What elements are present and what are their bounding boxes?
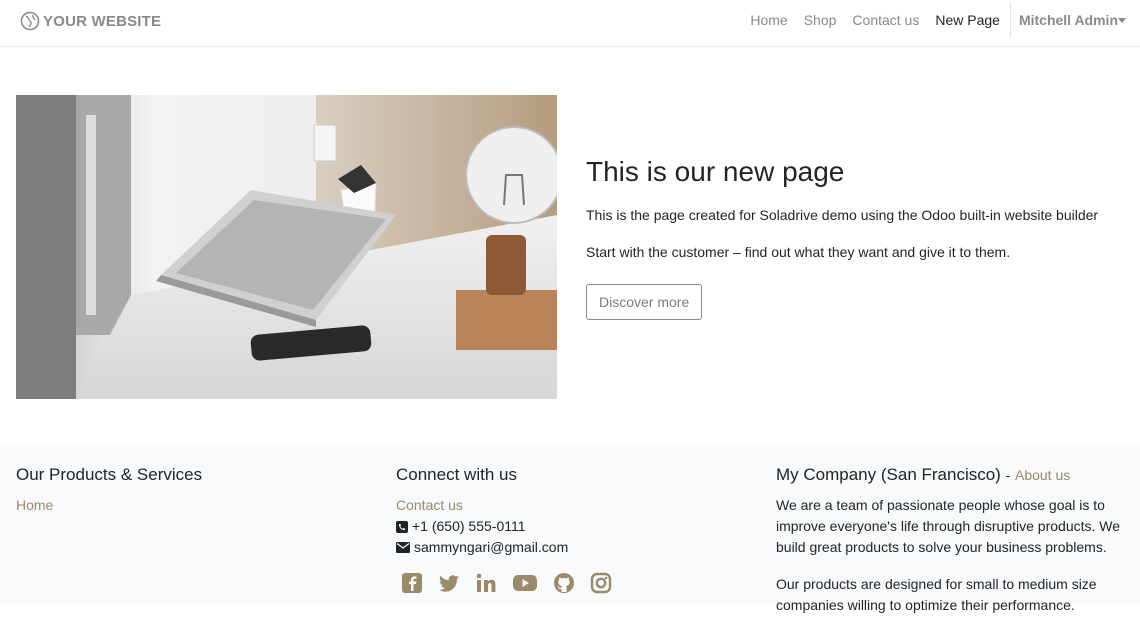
user-menu-dropdown[interactable]: Mitchell Admin [1011, 12, 1140, 28]
site-logo[interactable]: YOUR WEBSITE [20, 10, 161, 32]
phone-icon [396, 520, 408, 533]
footer-connect-title: Connect with us [396, 465, 517, 484]
footer-contact-link[interactable]: Contact us [396, 495, 463, 516]
footer-phone: +1 (650) 555-0111 [412, 518, 526, 534]
social-links [401, 572, 756, 594]
main-nav: Home Shop Contact us New Page Mitchell A… [742, 0, 1140, 40]
hero-content: This is our new page This is the page cr… [586, 155, 1126, 320]
nav-contact-us[interactable]: Contact us [844, 12, 927, 28]
hero-image [16, 95, 557, 399]
title-separator: - [1005, 467, 1011, 483]
hero-description: This is the page created for Soladrive d… [586, 207, 1099, 223]
nav-new-page[interactable]: New Page [927, 12, 1008, 28]
github-icon[interactable] [553, 572, 575, 594]
user-name: Mitchell Admin [1018, 12, 1118, 28]
discover-more-button[interactable]: Discover more [586, 284, 703, 320]
footer-col-products: Our Products & Services Home [16, 465, 356, 516]
nav-home[interactable]: Home [742, 12, 795, 28]
company-name: My Company (San Francisco) [776, 465, 1001, 484]
company-description: We are a team of passionate people whose… [776, 497, 1121, 555]
footer-home-link[interactable]: Home [16, 495, 53, 516]
envelope-icon [396, 542, 410, 553]
top-navbar: YOUR WEBSITE Home Shop Contact us New Pa… [0, 0, 1140, 47]
footer-col-connect: Connect with us Contact us +1 (650) 555-… [396, 465, 756, 594]
page-title: This is our new page [586, 156, 845, 187]
youtube-icon[interactable] [512, 572, 538, 594]
logo-text: YOUR WEBSITE [43, 12, 162, 30]
footer-products-title: Our Products & Services [16, 465, 203, 484]
about-us-link[interactable]: About us [1015, 467, 1070, 483]
footer-email: sammyngari@gmail.com [414, 539, 569, 555]
linkedin-icon[interactable] [475, 572, 497, 594]
facebook-icon[interactable] [401, 572, 423, 594]
company-products-text: Our products are designed for small to m… [776, 576, 1097, 613]
twitter-icon[interactable] [438, 572, 460, 594]
footer: Our Products & Services Home Connect wit… [0, 447, 1140, 613]
globe-icon [20, 11, 40, 31]
instagram-icon[interactable] [590, 572, 612, 594]
footer-company-title: My Company (San Francisco) - About us [776, 465, 1126, 485]
nav-shop[interactable]: Shop [796, 12, 845, 28]
caret-down-icon [1118, 18, 1126, 23]
footer-col-company: My Company (San Francisco) - About us We… [776, 465, 1126, 632]
hero-tagline: Start with the customer – find out what … [586, 244, 1011, 260]
